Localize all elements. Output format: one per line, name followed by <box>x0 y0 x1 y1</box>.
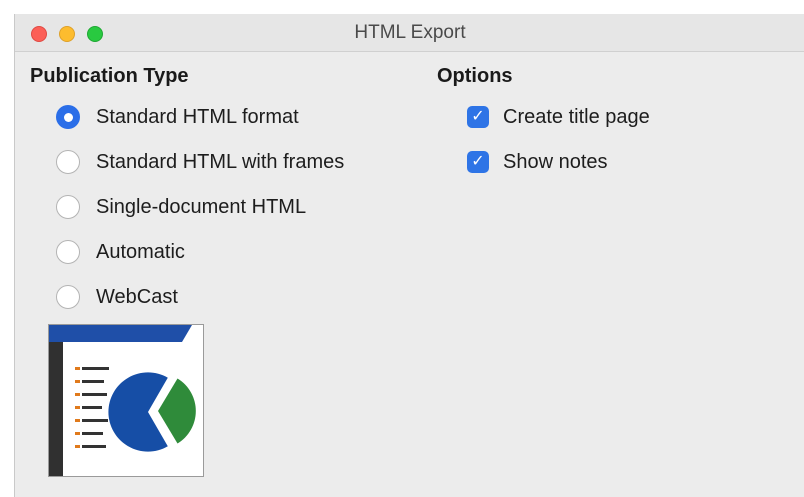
radio-label: Standard HTML format <box>96 105 299 128</box>
radio-option-standard-html-format[interactable]: Standard HTML format <box>56 102 299 132</box>
radio-label: Single-document HTML <box>96 195 307 218</box>
checkbox-option-create-title-page[interactable]: ✓ Create title page <box>467 102 650 132</box>
radio-button[interactable] <box>56 195 80 219</box>
radio-button[interactable] <box>56 285 80 309</box>
html-export-dialog: HTML Export Publication Type Standard HT… <box>14 14 804 497</box>
checkbox-option-show-notes[interactable]: ✓ Show notes <box>467 147 608 177</box>
radio-button[interactable] <box>56 150 80 174</box>
radio-option-single-document-html[interactable]: Single-document HTML <box>56 192 306 222</box>
checkbox-label: Show notes <box>503 150 608 173</box>
title-bar: HTML Export <box>15 14 804 52</box>
radio-label: Automatic <box>96 240 185 263</box>
checkbox-checked[interactable]: ✓ <box>467 106 489 128</box>
checkbox-label: Create title page <box>503 105 650 128</box>
window-title: HTML Export <box>354 22 466 43</box>
background-window-strip <box>0 0 804 14</box>
radio-label: Standard HTML with frames <box>96 150 345 173</box>
preview-illustration <box>49 325 196 476</box>
publication-type-heading: Publication Type <box>30 65 189 87</box>
radio-option-automatic[interactable]: Automatic <box>56 237 185 267</box>
checkbox-checked[interactable]: ✓ <box>467 151 489 173</box>
radio-label: WebCast <box>96 285 178 308</box>
options-heading: Options <box>437 65 513 87</box>
radio-button[interactable] <box>56 240 80 264</box>
radio-option-standard-html-with-frames[interactable]: Standard HTML with frames <box>56 147 344 177</box>
radio-option-webcast[interactable]: WebCast <box>56 282 178 312</box>
html-export-preview-icon <box>48 324 204 477</box>
radio-button-selected[interactable] <box>56 105 80 129</box>
